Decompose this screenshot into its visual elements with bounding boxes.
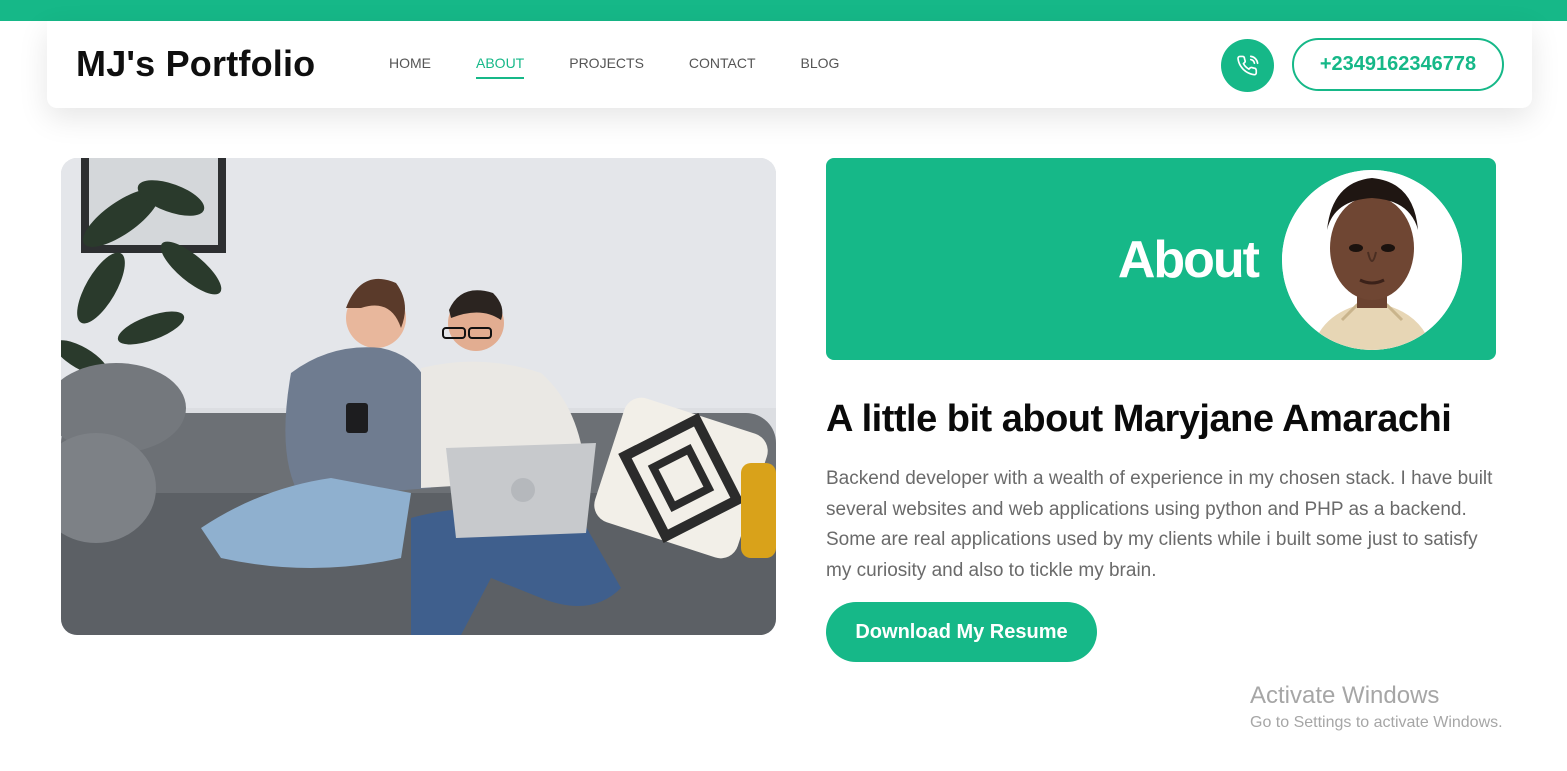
portrait-illustration [1282, 170, 1462, 350]
phone-call-icon [1236, 55, 1258, 76]
activate-windows-subtitle[interactable]: Go to Settings to activate Windows. [1250, 714, 1503, 732]
download-resume-button[interactable]: Download My Resume [826, 602, 1097, 662]
nav-link-home[interactable]: HOME [389, 55, 431, 79]
top-accent-strip [0, 0, 1567, 21]
brand-logo[interactable]: MJ's Portfolio [76, 43, 315, 85]
nav-link-projects[interactable]: PROJECTS [569, 55, 644, 79]
nav-link-blog[interactable]: BLOG [801, 55, 840, 79]
about-bio: Backend developer with a wealth of exper… [826, 468, 1493, 581]
phone-call-button[interactable] [1221, 39, 1274, 92]
navbar: MJ's Portfolio HOME ABOUT PROJECTS CONTA… [47, 21, 1532, 108]
about-headline: A little bit about Maryjane Amarachi [826, 398, 1452, 440]
main-nav: HOME ABOUT PROJECTS CONTACT BLOG [389, 55, 884, 79]
phone-number-button[interactable]: +2349162346778 [1292, 38, 1504, 91]
profile-avatar [1282, 170, 1462, 350]
hero-photo [61, 158, 776, 635]
nav-link-contact[interactable]: CONTACT [689, 55, 756, 79]
about-title: About [1117, 231, 1260, 289]
nav-link-about[interactable]: ABOUT [476, 55, 525, 79]
about-banner: About [826, 158, 1496, 360]
activate-windows-title: Activate Windows [1250, 682, 1440, 709]
couple-on-sofa-illustration [61, 158, 776, 635]
